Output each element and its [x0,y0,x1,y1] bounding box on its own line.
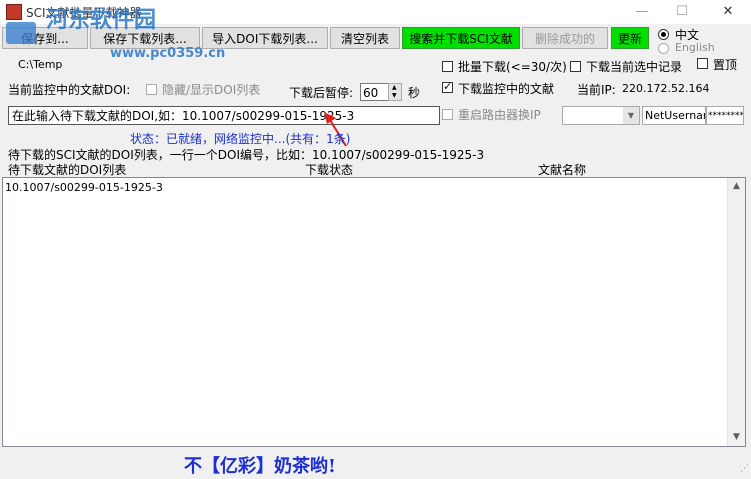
reboot-router-checkbox[interactable] [442,109,453,120]
download-selected-checkbox[interactable] [570,61,581,72]
clear-list-button[interactable]: 清空列表 [330,27,400,49]
spin-up-icon[interactable]: ▲ [392,84,397,92]
batch-download-label: 批量下载(<=30/次) [458,60,567,74]
ip-label: 当前IP: [577,83,616,97]
pause-seconds-input[interactable]: 60 [360,83,390,101]
router-password-input[interactable]: ********* [706,106,744,125]
resize-grip-icon[interactable]: ⋰ [740,464,749,474]
doi-input[interactable]: 在此输入待下载文献的DOI,如：10.1007/s00299-015-1925-… [8,106,440,125]
pin-top-label: 置顶 [713,58,738,72]
scroll-down-icon[interactable]: ▼ [728,429,745,446]
minimize-button[interactable]: — [622,2,662,22]
pause-label: 下载后暂停: [289,86,354,100]
radio-chinese[interactable] [658,29,669,40]
doi-list[interactable]: 10.1007/s00299-015-1925-3 ▲ ▼ [2,177,746,447]
toggle-doi-list-checkbox[interactable] [146,84,157,95]
column-status[interactable]: 下载状态 [305,161,353,178]
reboot-router-label: 重启路由器换IP [458,108,541,122]
scroll-up-icon[interactable]: ▲ [728,178,745,195]
download-monitored-label: 下载监控中的文献 [458,82,555,96]
chevron-down-icon[interactable]: ▼ [623,107,639,124]
column-name[interactable]: 文献名称 [538,161,586,178]
status-text: 状态：已就绪，网络监控中...(共有：1条) [130,132,351,146]
save-path: C:\Temp [18,58,63,71]
monitor-label: 当前监控中的文献DOI: [8,83,131,97]
spin-down-icon[interactable]: ▼ [392,92,397,100]
vertical-scrollbar[interactable]: ▲ ▼ [727,178,745,446]
watermark-brand: 河东软件园 [46,7,157,33]
pause-unit: 秒 [408,86,421,100]
update-button[interactable]: 更新 [611,27,649,49]
maximize-button[interactable]: ☐ [662,2,702,22]
delete-success-button[interactable]: 删除成功的 [522,27,608,49]
list-item[interactable]: 10.1007/s00299-015-1925-3 [5,181,163,194]
pin-top-checkbox[interactable] [697,58,708,69]
toggle-doi-list-label: 隐藏/显示DOI列表 [162,83,261,97]
batch-download-checkbox[interactable] [442,61,453,72]
download-selected-label: 下载当前选中记录 [586,60,683,74]
pause-spinner[interactable]: ▲ ▼ [388,83,402,101]
watermark-logo [6,22,36,44]
ip-value: 220.172.52.164 [622,82,710,95]
download-monitored-checkbox[interactable] [442,80,453,93]
ad-banner[interactable]: 不【亿彩】奶茶哟! [184,452,336,478]
status-bar [0,449,751,479]
search-download-button[interactable]: 搜索并下载SCI文献 [402,27,520,49]
radio-english[interactable] [658,43,669,54]
app-icon [6,4,22,20]
column-doi[interactable]: 待下载文献的DOI列表 [8,161,126,178]
router-username-input[interactable]: NetUsernam [642,106,706,125]
close-button[interactable]: ✕ [708,2,748,22]
label-english: English [675,41,715,54]
watermark-url: www.pc0359.cn [110,46,226,61]
